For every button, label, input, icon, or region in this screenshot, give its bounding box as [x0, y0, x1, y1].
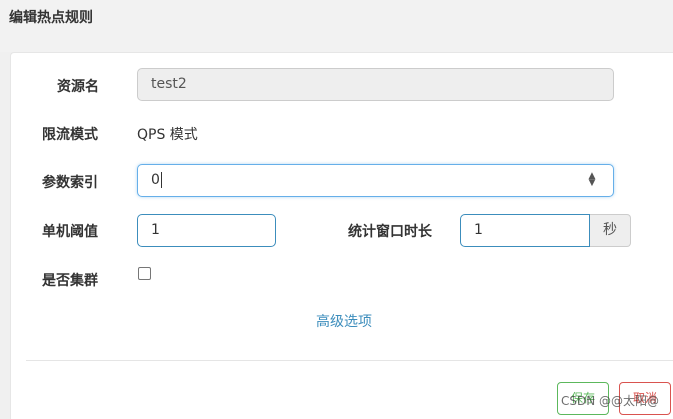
threshold-value: 1 — [151, 222, 160, 238]
param-index-input[interactable]: 0 ▲ ▼ — [137, 164, 614, 197]
cluster-checkbox[interactable] — [138, 267, 151, 280]
window-unit-addon: 秒 — [590, 214, 631, 247]
param-index-label: 参数索引 — [42, 175, 98, 191]
resource-label: 资源名 — [57, 79, 99, 95]
window-value: 1 — [474, 222, 483, 238]
number-spinner-icon[interactable]: ▲ ▼ — [587, 172, 597, 188]
resource-value: test2 — [151, 76, 187, 92]
mode-label: 限流模式 — [42, 127, 98, 143]
threshold-label: 单机阈值 — [42, 224, 98, 240]
dialog-header: 编辑热点规则 — [0, 0, 673, 52]
window-input[interactable]: 1 — [460, 214, 590, 247]
text-cursor — [160, 172, 162, 188]
window-label: 统计窗口时长 — [348, 224, 432, 240]
cluster-label: 是否集群 — [42, 273, 98, 289]
advanced-options-link[interactable]: 高级选项 — [316, 312, 372, 332]
watermark: CSDN @@太阳@ — [560, 394, 659, 408]
resource-input: test2 — [137, 68, 614, 101]
param-index-value: 0 — [151, 172, 160, 188]
dialog-title: 编辑热点规则 — [9, 10, 93, 26]
threshold-input[interactable]: 1 — [137, 214, 276, 247]
footer-divider — [26, 360, 673, 361]
mode-value: QPS 模式 — [137, 127, 198, 143]
